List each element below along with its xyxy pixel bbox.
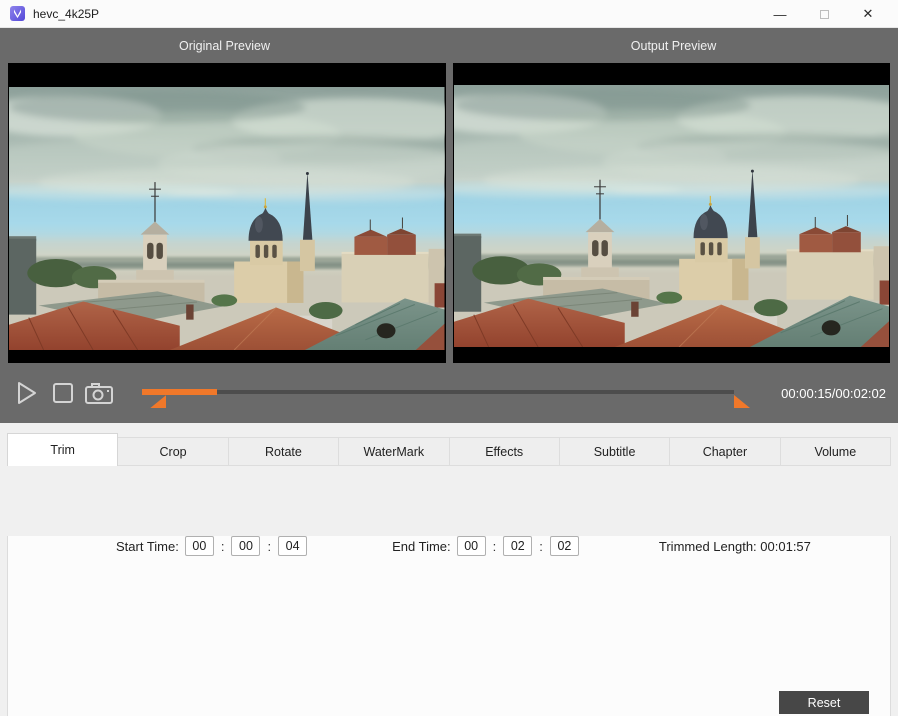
titlebar: hevc_4k25P — ✕ [0,0,898,28]
trimmed-length-label: Trimmed Length: 00:01:57 [659,539,811,554]
reset-button[interactable]: Reset [779,691,869,714]
tab-watermark[interactable]: WaterMark [339,437,449,466]
maximize-button[interactable] [802,0,846,28]
window-controls: — ✕ [758,0,890,28]
original-preview [8,63,446,363]
stop-icon [51,381,75,405]
output-preview-label: Output Preview [449,39,898,53]
trim-end-handle[interactable] [734,395,750,408]
trim-start-handle[interactable] [150,395,166,408]
output-video-frame [454,85,890,347]
app-logo-icon [10,6,25,21]
tab-rotate[interactable]: Rotate [229,437,339,466]
tab-crop[interactable]: Crop [118,437,228,466]
player-section: Original Preview Output Preview [0,28,898,423]
window-title: hevc_4k25P [33,7,99,21]
original-preview-label: Original Preview [0,39,449,53]
output-preview [453,63,891,363]
timeline-track[interactable] [142,390,734,394]
tab-trim[interactable]: Trim [7,433,118,466]
maximize-icon [820,10,829,19]
end-hours-field[interactable] [457,536,486,556]
end-seconds-field[interactable] [550,536,579,556]
play-button[interactable] [12,378,42,408]
timeline-slider[interactable] [142,380,750,406]
time-display: 00:00:15/00:02:02 [766,386,886,401]
original-video-frame [9,87,445,350]
tabbar: Trim Crop Rotate WaterMark Effects Subti… [0,423,898,466]
snapshot-button[interactable] [84,378,114,408]
tab-effects[interactable]: Effects [450,437,560,466]
tab-subtitle[interactable]: Subtitle [560,437,670,466]
start-hours-field[interactable] [185,536,214,556]
colon-separator: : [267,539,271,554]
edit-section: Trim Crop Rotate WaterMark Effects Subti… [0,423,898,716]
end-time-label: End Time: [392,539,451,554]
tab-chapter[interactable]: Chapter [670,437,780,466]
progress-fill [142,389,217,395]
camera-icon [84,381,114,405]
colon-separator: : [539,539,543,554]
start-time-label: Start Time: [116,539,179,554]
close-button[interactable]: ✕ [846,0,890,28]
start-seconds-field[interactable] [278,536,307,556]
colon-separator: : [221,539,225,554]
start-minutes-field[interactable] [231,536,260,556]
minimize-button[interactable]: — [758,0,802,28]
end-minutes-field[interactable] [503,536,532,556]
colon-separator: : [493,539,497,554]
play-icon [15,380,39,406]
trim-panel: Start Time: : : End Time: : : Trimmed Le… [7,536,891,716]
stop-button[interactable] [48,378,78,408]
tab-volume[interactable]: Volume [781,437,891,466]
